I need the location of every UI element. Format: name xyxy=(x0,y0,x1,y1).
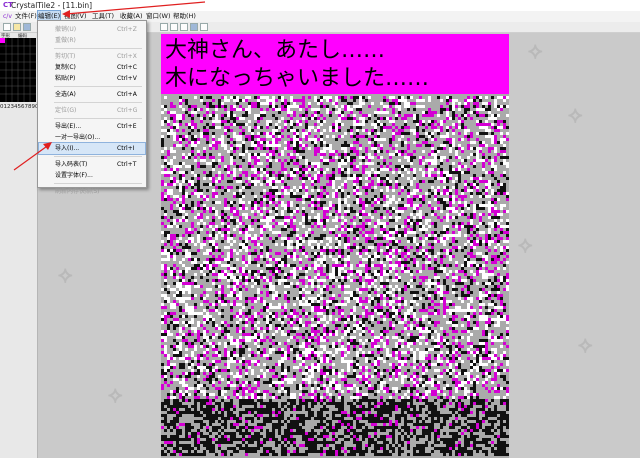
edit-menu-item-shortcut: Ctrl+C xyxy=(117,64,137,71)
edit-menu-item-label: 设置字体(F)... xyxy=(55,172,93,179)
bg-ghost-5: ⟡ xyxy=(518,233,533,258)
banner-line-2: 木になっちゃいました…… xyxy=(165,66,430,91)
edit-menu-item[interactable]: 全选(A) Ctrl+A xyxy=(39,89,145,100)
edit-menu-item-label: 一对一导出(O)... xyxy=(55,134,101,141)
edit-menu-item[interactable]: 定位(G) Ctrl+G xyxy=(39,105,145,116)
edit-menu-item-label: 导入(I)... xyxy=(55,145,80,152)
text-banner: 大神さん、あたし…… 木になっちゃいました…… xyxy=(161,34,509,94)
bg-ghost-7: ⟡ xyxy=(58,263,73,288)
list-view-icon[interactable] xyxy=(200,23,208,31)
open-folder-icon[interactable] xyxy=(13,23,21,31)
edit-menu-item-label: 导入码表(T) xyxy=(55,161,88,168)
tile-preview[interactable] xyxy=(0,38,36,102)
bg-ghost-4: ⟡ xyxy=(568,103,583,128)
edit-menu-item-shortcut: Ctrl+A xyxy=(117,91,137,98)
edit-menu-item[interactable]: 导入码表(T) Ctrl+T xyxy=(39,159,145,170)
edit-menu-item-label: 刷新内存快照(S) xyxy=(55,188,100,195)
menu-separator xyxy=(54,102,142,103)
menu-help[interactable]: 帮助(H) xyxy=(173,11,196,22)
banner-line-1: 大神さん、あたし…… xyxy=(165,38,386,63)
edit-menu-item-shortcut: Ctrl+Z xyxy=(117,26,137,33)
edit-menu-item[interactable]: 撤销(U) Ctrl+Z xyxy=(39,24,145,35)
toolbar-button-a[interactable] xyxy=(160,23,168,31)
edit-menu-item[interactable]: 导入(I)... Ctrl+I xyxy=(38,142,146,155)
edit-menu-item[interactable]: 重做(R) xyxy=(39,35,145,46)
edit-menu-item[interactable]: 导出(E)... Ctrl+E xyxy=(39,121,145,132)
menu-separator xyxy=(54,183,142,184)
font-panel: 字形 编码 01234567890 xyxy=(0,33,38,458)
char-index-label: 01234567890 xyxy=(0,104,37,110)
window-title: CrystalTile2 - [11.bin] xyxy=(11,1,93,10)
edit-menu-item-label: 撤销(U) xyxy=(55,26,77,33)
toolbar-button-c[interactable] xyxy=(180,23,188,31)
edit-menu-item-label: 粘贴(P) xyxy=(55,75,76,82)
edit-menu-item-shortcut: Ctrl+I xyxy=(117,145,135,152)
bg-ghost-3: ⟡ xyxy=(528,39,543,64)
edit-menu: 撤销(U) Ctrl+Z 重做(R) 剪切(T) Ctrl+X 复制(C) Ctrl+C 粘贴… xyxy=(37,20,147,195)
save-icon[interactable] xyxy=(23,23,31,31)
edit-menu-item-label: 剪切(T) xyxy=(55,53,76,60)
edit-menu-item[interactable]: 剪切(T) Ctrl+X xyxy=(39,51,145,62)
edit-menu-item-label: 导出(E)... xyxy=(55,123,82,130)
menu-window[interactable]: 窗口(W) xyxy=(146,11,171,22)
tile-canvas[interactable]: 大神さん、あたし…… 木になっちゃいました…… xyxy=(161,34,509,458)
edit-menu-item-shortcut: Ctrl+V xyxy=(117,75,137,82)
menu-separator xyxy=(54,156,142,157)
menu-separator xyxy=(54,86,142,87)
grid-view-icon[interactable] xyxy=(190,23,198,31)
edit-menu-item-label: 重做(R) xyxy=(55,37,76,44)
toolbar-button-b[interactable] xyxy=(170,23,178,31)
edit-menu-item-label: 定位(G) xyxy=(55,107,77,114)
new-file-icon[interactable] xyxy=(3,23,11,31)
edit-menu-item[interactable]: 一对一导出(O)... xyxy=(39,132,145,143)
menu-separator xyxy=(54,48,142,49)
menu-separator xyxy=(54,118,142,119)
edit-menu-item-label: 复制(C) xyxy=(55,64,76,71)
edit-menu-item-shortcut: Ctrl+E xyxy=(117,123,137,130)
edit-menu-item[interactable]: 刷新内存快照(S) xyxy=(39,186,145,197)
edit-menu-item-shortcut: Ctrl+X xyxy=(117,53,137,60)
menu-file[interactable]: 文件(F) xyxy=(15,11,37,22)
app-menu-icon: c/v xyxy=(3,13,12,20)
edit-menu-item-label: 全选(A) xyxy=(55,91,76,98)
edit-menu-item[interactable]: 设置字体(F)... xyxy=(39,170,145,181)
menu-bar-icon[interactable]: c/v xyxy=(3,11,12,22)
svg-text:c/v: c/v xyxy=(3,13,12,19)
edit-menu-item-shortcut: Ctrl+G xyxy=(117,107,138,114)
bg-ghost-8: ⟡ xyxy=(108,383,123,408)
edit-menu-item[interactable]: 复制(C) Ctrl+C xyxy=(39,62,145,73)
edit-menu-item-shortcut: Ctrl+T xyxy=(117,161,137,168)
edit-menu-item[interactable]: 粘贴(P) Ctrl+V xyxy=(39,73,145,84)
bg-ghost-6: ⟡ xyxy=(578,333,593,358)
tile-noise xyxy=(161,96,509,456)
tile-preview-grid xyxy=(0,38,36,102)
